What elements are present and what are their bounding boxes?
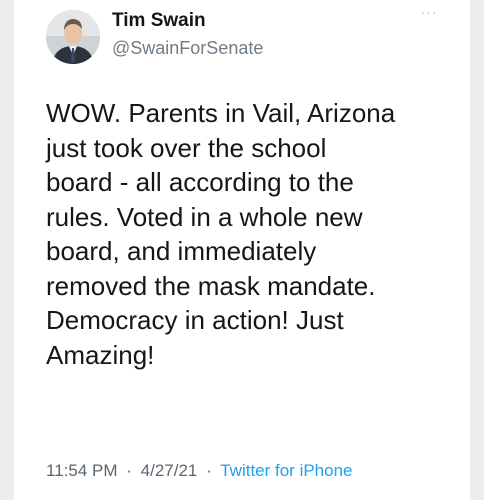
tweet-source-link[interactable]: Twitter for iPhone [220, 461, 352, 480]
ellipsis-icon[interactable]: ··· [414, 4, 444, 26]
tweet-text-line: removed the mask mandate. [46, 270, 376, 301]
avatar-image [46, 10, 100, 64]
tweet-text-line: just took over the school [46, 132, 327, 163]
author-name[interactable]: Tim Swain [112, 10, 206, 32]
tweet-text-line: board - all according to the [46, 167, 354, 197]
avatar[interactable] [46, 10, 100, 64]
author-handle[interactable]: @SwainForSenate [112, 38, 263, 59]
tweet-meta: 11:54 PM · 4/27/21 · Twitter for iPhone [46, 461, 353, 481]
tweet-card: Tim Swain @SwainForSenate ··· WOW. Paren… [14, 0, 470, 500]
meta-separator: · [206, 461, 212, 480]
tweet-text: WOW. Parents in Vail, Arizona just took … [46, 96, 456, 372]
tweet-text-line: Democracy in action! Just [46, 305, 344, 335]
tweet-text-line: rules. Voted in a whole new [46, 201, 363, 232]
tweet-date[interactable]: 4/27/21 [141, 461, 198, 480]
tweet-time[interactable]: 11:54 PM [46, 461, 118, 480]
tweet-text-line: WOW. Parents in Vail, Arizona [46, 98, 396, 128]
tweet-text-line: Amazing! [46, 339, 155, 370]
meta-separator: · [126, 461, 132, 480]
tweet-text-line: board, and immediately [46, 236, 317, 266]
